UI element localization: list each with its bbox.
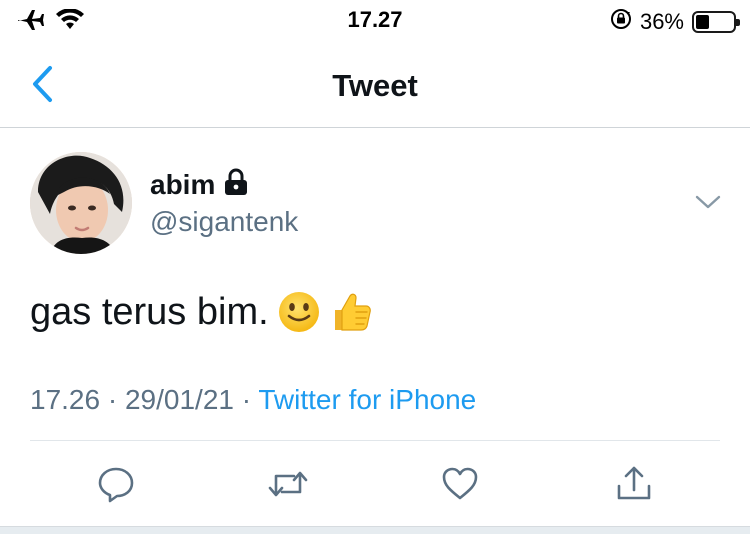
lock-icon	[223, 168, 249, 201]
status-bar: 17.27 36%	[0, 0, 750, 44]
display-name-row: abim	[150, 168, 249, 201]
divider	[30, 440, 720, 441]
tweet-date: 29/01/21	[124, 384, 234, 415]
user-handle[interactable]: @sigantenk	[150, 206, 298, 238]
tweet-text-content: gas terus bim.	[30, 290, 269, 333]
meta-separator: ·	[241, 384, 252, 415]
avatar[interactable]	[30, 152, 132, 254]
share-button[interactable]	[612, 464, 656, 508]
retweet-icon	[266, 464, 310, 509]
orientation-lock-icon	[610, 8, 632, 35]
battery-nub	[736, 18, 740, 26]
battery-icon	[692, 10, 740, 33]
tweet-meta: 17.26 · 29/01/21 · Twitter for iPhone	[30, 384, 476, 416]
reply-button[interactable]	[94, 464, 138, 508]
status-right: 36%	[610, 8, 740, 35]
battery-fill	[696, 14, 709, 29]
share-icon	[614, 464, 654, 509]
nav-bar: Tweet	[0, 44, 750, 128]
tweet-text: gas terus bim.	[30, 290, 373, 334]
meta-separator: ·	[107, 384, 118, 415]
tweet-source-link[interactable]: Twitter for iPhone	[258, 384, 476, 415]
bottom-separator-bar	[0, 526, 750, 534]
chevron-down-icon	[694, 193, 722, 216]
thumbs-up-icon	[329, 290, 373, 334]
tweet-actions	[0, 458, 750, 514]
battery-percent: 36%	[639, 8, 684, 34]
like-button[interactable]	[438, 464, 482, 508]
tweet-time: 17.26	[30, 384, 101, 415]
display-name[interactable]: abim	[150, 169, 215, 201]
reply-icon	[96, 464, 136, 509]
like-icon	[440, 464, 480, 509]
retweet-button[interactable]	[266, 464, 310, 508]
page-title: Tweet	[332, 68, 418, 103]
slightly-smiling-face-icon	[277, 290, 321, 334]
more-options-button[interactable]	[692, 188, 724, 220]
